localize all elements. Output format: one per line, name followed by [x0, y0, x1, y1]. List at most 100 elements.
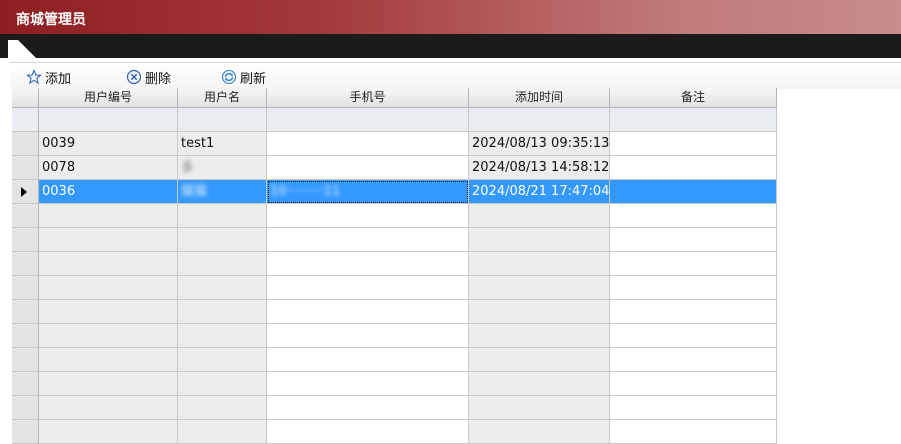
- empty-cell: [178, 276, 267, 300]
- empty-cell: [267, 276, 469, 300]
- refresh-button[interactable]: 刷新: [221, 68, 267, 87]
- empty-cell: [610, 324, 777, 348]
- empty-cell: [469, 252, 610, 276]
- added-time-value: 2024/08/13 09:35:13: [472, 136, 610, 151]
- added-time-value: 2024/08/13 14:58:12: [472, 160, 610, 175]
- cell-phone[interactable]: [267, 132, 469, 156]
- empty-cell: [178, 252, 267, 276]
- empty-cell: [178, 204, 267, 228]
- row-header: [12, 372, 39, 396]
- empty-cell: [469, 420, 610, 444]
- empty-cell: [267, 252, 469, 276]
- empty-cell: [469, 372, 610, 396]
- empty-cell: [39, 372, 178, 396]
- empty-cell: [610, 396, 777, 420]
- cell-phone[interactable]: [267, 156, 469, 180]
- empty-cell: [178, 348, 267, 372]
- row-header: [12, 324, 39, 348]
- cell-added-time[interactable]: 2024/08/21 17:47:04: [469, 180, 610, 204]
- refresh-label: 刷新: [240, 71, 267, 87]
- row-header: [12, 348, 39, 372]
- current-row-indicator: [21, 187, 27, 197]
- cell-note[interactable]: [610, 132, 777, 156]
- row-header: [12, 228, 39, 252]
- row-header: [12, 396, 39, 420]
- empty-cell: [267, 372, 469, 396]
- empty-cell: [267, 348, 469, 372]
- filter-row-header: [12, 108, 39, 132]
- empty-cell: [610, 204, 777, 228]
- empty-cell: [610, 276, 777, 300]
- filter-cell-phone[interactable]: [267, 108, 469, 132]
- title-bar: 商城管理员: [0, 0, 901, 34]
- empty-cell: [39, 420, 178, 444]
- empty-cell: [267, 228, 469, 252]
- empty-cell: [610, 228, 777, 252]
- empty-cell: [267, 396, 469, 420]
- empty-cell: [39, 228, 178, 252]
- empty-cell: [267, 420, 469, 444]
- filter-cell-username[interactable]: [178, 108, 267, 132]
- username-value: 彡: [181, 160, 195, 175]
- row-header[interactable]: [12, 156, 39, 180]
- empty-cell: [469, 324, 610, 348]
- empty-cell: [178, 228, 267, 252]
- add-label: 添加: [45, 71, 72, 87]
- add-button[interactable]: 添加: [26, 68, 72, 87]
- cell-username[interactable]: test1: [178, 132, 267, 156]
- empty-cell: [610, 420, 777, 444]
- cell-username[interactable]: 彡: [178, 156, 267, 180]
- empty-cell: [39, 348, 178, 372]
- empty-cell: [469, 228, 610, 252]
- filter-cell-note[interactable]: [610, 108, 777, 132]
- empty-cell: [39, 300, 178, 324]
- close-circle-icon: [126, 69, 142, 85]
- refresh-icon: [221, 69, 237, 85]
- empty-cell: [178, 372, 267, 396]
- empty-cell: [267, 204, 469, 228]
- row-header: [12, 300, 39, 324]
- empty-cell: [178, 324, 267, 348]
- empty-cell: [178, 420, 267, 444]
- cell-phone[interactable]: 10·········11: [267, 180, 469, 204]
- empty-cell: [39, 324, 178, 348]
- cell-note[interactable]: [610, 156, 777, 180]
- empty-cell: [610, 252, 777, 276]
- cell-note[interactable]: [610, 180, 777, 204]
- phone-value: 10·········11: [270, 184, 341, 199]
- cell-user-id[interactable]: 0078: [39, 156, 178, 180]
- filter-cell-added-time[interactable]: [469, 108, 610, 132]
- cell-username[interactable]: 猫猫: [178, 180, 267, 204]
- empty-cell: [39, 204, 178, 228]
- column-header-phone[interactable]: 手机号: [267, 88, 469, 108]
- tab-strip: [0, 34, 901, 58]
- column-header-added-time[interactable]: 添加时间: [469, 88, 610, 108]
- empty-cell: [39, 252, 178, 276]
- empty-cell: [469, 348, 610, 372]
- empty-cell: [267, 324, 469, 348]
- user-id-value: 0039: [42, 136, 76, 151]
- empty-cell: [469, 300, 610, 324]
- column-header-username[interactable]: 用户名: [178, 88, 267, 108]
- empty-cell: [178, 300, 267, 324]
- window-title: 商城管理员: [16, 12, 86, 28]
- column-header-user-id[interactable]: 用户编号: [39, 88, 178, 108]
- cell-added-time[interactable]: 2024/08/13 14:58:12: [469, 156, 610, 180]
- empty-cell: [469, 396, 610, 420]
- empty-cell: [39, 276, 178, 300]
- empty-cell: [610, 348, 777, 372]
- delete-label: 删除: [145, 71, 172, 87]
- cell-user-id[interactable]: 0039: [39, 132, 178, 156]
- delete-button[interactable]: 删除: [126, 68, 172, 87]
- filter-cell-user-id[interactable]: [39, 108, 178, 132]
- grid-corner: [12, 88, 39, 108]
- empty-cell: [267, 300, 469, 324]
- column-header-note[interactable]: 备注: [610, 88, 777, 108]
- row-header[interactable]: [12, 132, 39, 156]
- cell-added-time[interactable]: 2024/08/13 09:35:13: [469, 132, 610, 156]
- row-header: [12, 420, 39, 444]
- username-value: 猫猫: [181, 184, 208, 199]
- row-header: [12, 276, 39, 300]
- row-header: [12, 204, 39, 228]
- cell-user-id[interactable]: 0036: [39, 180, 178, 204]
